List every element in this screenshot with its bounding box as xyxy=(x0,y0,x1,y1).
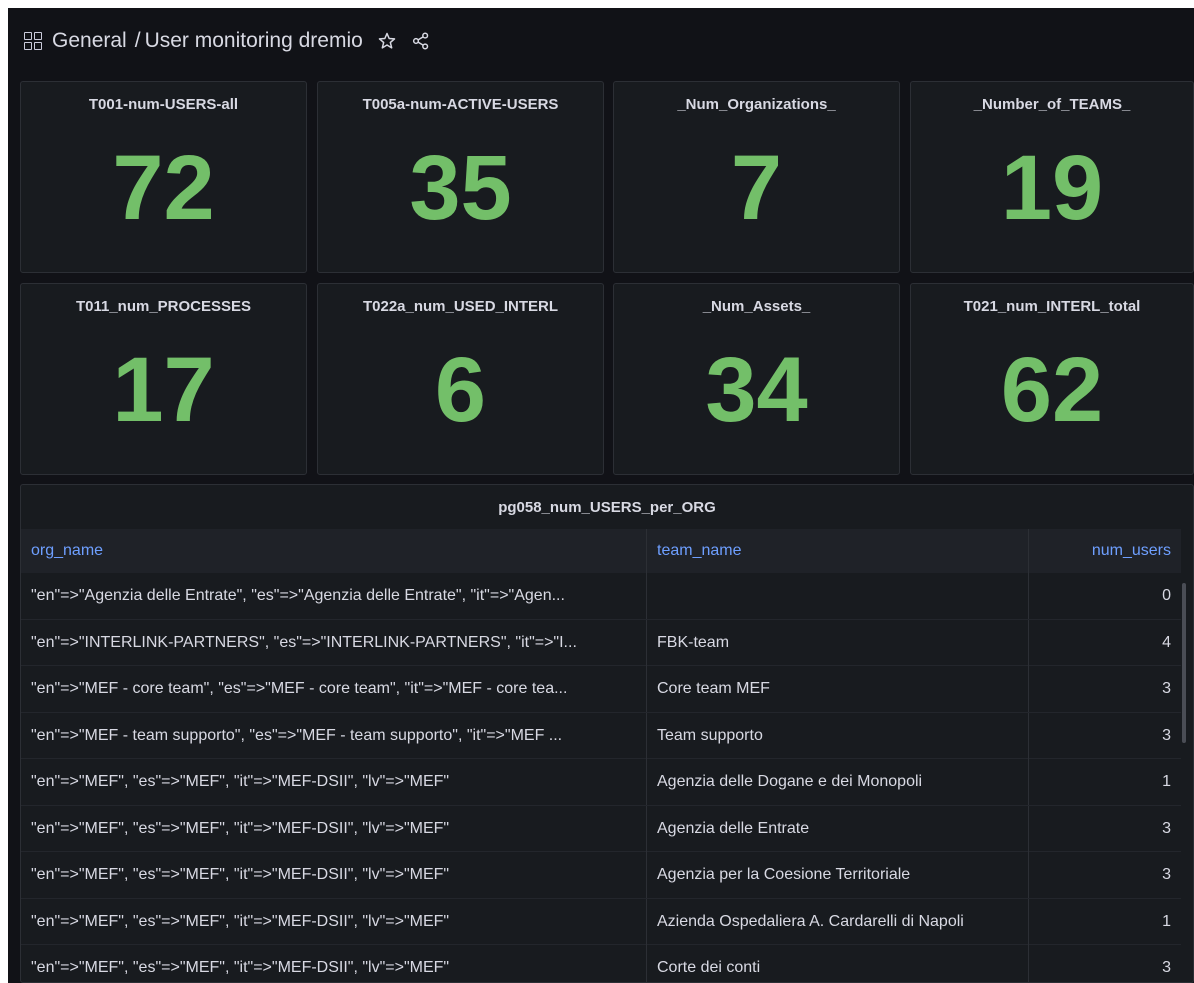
stat-title: _Num_Organizations_ xyxy=(677,96,836,113)
cell-org-name: "en"=>"MEF", "es"=>"MEF", "it"=>"MEF-DSI… xyxy=(21,898,647,945)
dashboards-grid-icon[interactable] xyxy=(24,32,42,50)
table-scrollbar[interactable] xyxy=(1182,583,1186,743)
star-icon[interactable] xyxy=(377,31,397,51)
table-row: "en"=>"MEF", "es"=>"MEF", "it"=>"MEF-DSI… xyxy=(21,945,1181,982)
table-row: "en"=>"MEF - core team", "es"=>"MEF - co… xyxy=(21,666,1181,713)
cell-team-name: Azienda Ospedaliera A. Cardarelli di Nap… xyxy=(647,898,1029,945)
table-panel-users-per-org: pg058_num_USERS_per_ORG org_name team_na… xyxy=(20,484,1194,983)
stat-panel-active-users[interactable]: T005a-num-ACTIVE-USERS 35 xyxy=(317,81,604,273)
share-icon[interactable] xyxy=(411,31,431,51)
table-row: "en"=>"MEF", "es"=>"MEF", "it"=>"MEF-DSI… xyxy=(21,898,1181,945)
stat-title: T005a-num-ACTIVE-USERS xyxy=(362,96,559,113)
column-header-num-users[interactable]: num_users xyxy=(1029,529,1181,573)
table-row: "en"=>"MEF", "es"=>"MEF", "it"=>"MEF-DSI… xyxy=(21,759,1181,806)
cell-team-name: Agenzia delle Entrate xyxy=(647,805,1029,852)
table-row: "en"=>"INTERLINK-PARTNERS", "es"=>"INTER… xyxy=(21,619,1181,666)
stat-panel-used-interl[interactable]: T022a_num_USED_INTERL 6 xyxy=(317,283,604,475)
dashboard-title: User monitoring dremio xyxy=(144,29,363,52)
cell-org-name: "en"=>"MEF", "es"=>"MEF", "it"=>"MEF-DSI… xyxy=(21,945,647,982)
stat-title: T022a_num_USED_INTERL xyxy=(362,298,559,315)
stat-title: _Number_of_TEAMS_ xyxy=(973,96,1131,113)
stat-title: T011_num_PROCESSES xyxy=(75,298,252,315)
cell-num-users: 3 xyxy=(1162,959,1171,976)
table-header: org_name team_name num_users xyxy=(21,529,1181,573)
table-row: "en"=>"Agenzia delle Entrate", "es"=>"Ag… xyxy=(21,573,1181,620)
cell-org-name: "en"=>"MEF - team supporto", "es"=>"MEF … xyxy=(21,712,647,759)
dashboard-frame: General / User monitoring dremio T001-nu… xyxy=(8,8,1194,983)
stat-panel-processes[interactable]: T011_num_PROCESSES 17 xyxy=(20,283,307,475)
cell-org-name: "en"=>"MEF - core team", "es"=>"MEF - co… xyxy=(21,666,647,712)
stat-value: 17 xyxy=(112,339,215,441)
stat-panel-assets[interactable]: _Num_Assets_ 34 xyxy=(613,283,900,475)
stat-panel-users-all[interactable]: T001-num-USERS-all 72 xyxy=(20,81,307,273)
cell-num-users: 3 xyxy=(1162,866,1171,883)
stat-value: 6 xyxy=(434,339,487,441)
cell-org-name: "en"=>"MEF", "es"=>"MEF", "it"=>"MEF-DSI… xyxy=(21,852,647,898)
table-row: "en"=>"MEF", "es"=>"MEF", "it"=>"MEF-DSI… xyxy=(21,852,1181,899)
table-row: "en"=>"MEF", "es"=>"MEF", "it"=>"MEF-DSI… xyxy=(21,805,1181,852)
cell-org-name: "en"=>"INTERLINK-PARTNERS", "es"=>"INTER… xyxy=(21,619,647,666)
stat-panel-teams[interactable]: _Number_of_TEAMS_ 19 xyxy=(910,81,1194,273)
breadcrumb-separator: / xyxy=(134,29,141,52)
cell-team-name: Corte dei conti xyxy=(647,945,1029,982)
cell-team-name: Core team MEF xyxy=(647,666,1029,712)
stat-value: 34 xyxy=(705,339,808,441)
cell-org-name: "en"=>"MEF", "es"=>"MEF", "it"=>"MEF-DSI… xyxy=(21,759,647,805)
cell-org-name: "en"=>"MEF", "es"=>"MEF", "it"=>"MEF-DSI… xyxy=(21,805,647,852)
stat-title: _Num_Assets_ xyxy=(702,298,811,315)
stat-value: 62 xyxy=(1000,339,1104,441)
stat-title: T001-num-USERS-all xyxy=(88,96,239,113)
table-body: "en"=>"Agenzia delle Entrate", "es"=>"Ag… xyxy=(21,573,1181,982)
cell-num-users: 0 xyxy=(1162,587,1171,604)
stat-title: T021_num_INTERL_total xyxy=(963,298,1141,315)
cell-num-users: 4 xyxy=(1162,633,1171,651)
stat-panel-interl-total[interactable]: T021_num_INTERL_total 62 xyxy=(910,283,1194,475)
column-header-team-name[interactable]: team_name xyxy=(647,529,1029,573)
cell-num-users: 3 xyxy=(1162,726,1171,744)
cell-team-name xyxy=(647,573,1029,619)
cell-org-name: "en"=>"Agenzia delle Entrate", "es"=>"Ag… xyxy=(21,573,647,619)
cell-team-name: Agenzia per la Coesione Territoriale xyxy=(647,852,1029,898)
top-bar: General / User monitoring dremio xyxy=(8,8,1194,74)
stat-panel-organizations[interactable]: _Num_Organizations_ 7 xyxy=(613,81,900,273)
cell-team-name: Agenzia delle Dogane e dei Monopoli xyxy=(647,759,1029,805)
stat-value: 35 xyxy=(409,137,512,239)
cell-num-users: 1 xyxy=(1162,912,1171,930)
stat-value: 72 xyxy=(112,137,215,239)
cell-num-users: 3 xyxy=(1162,819,1171,837)
column-header-org-name[interactable]: org_name xyxy=(21,529,647,573)
cell-team-name: FBK-team xyxy=(647,619,1029,666)
cell-team-name: Team supporto xyxy=(647,712,1029,759)
cell-num-users: 3 xyxy=(1162,680,1171,697)
cell-num-users: 1 xyxy=(1162,773,1171,790)
breadcrumb-root-link[interactable]: General xyxy=(52,29,127,53)
stat-value: 19 xyxy=(1000,137,1104,239)
table-row: "en"=>"MEF - team supporto", "es"=>"MEF … xyxy=(21,712,1181,759)
table-title: pg058_num_USERS_per_ORG xyxy=(498,499,716,516)
stat-value: 7 xyxy=(730,137,783,239)
